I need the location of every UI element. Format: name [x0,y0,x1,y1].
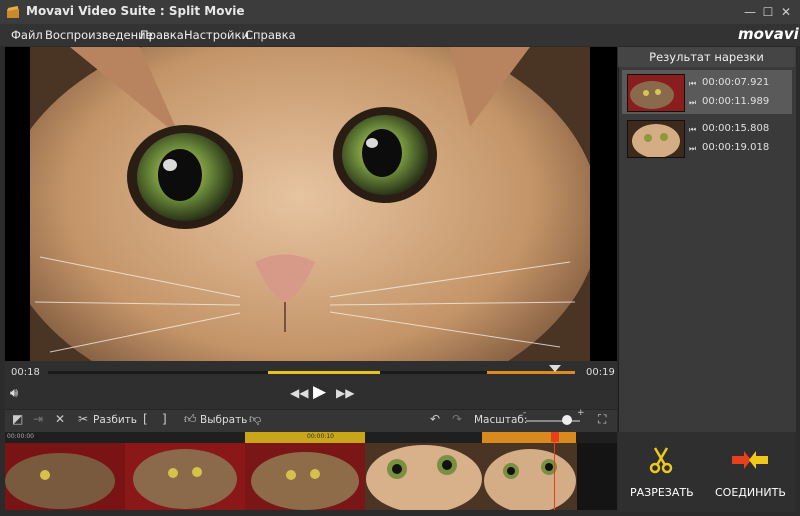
timeline-frame [365,443,483,510]
selected-range [245,432,365,443]
selected-segment [268,371,380,374]
menu-settings[interactable]: Настройки [184,28,249,42]
cut-button[interactable]: РАЗРЕЗАТЬ [618,432,706,512]
maximize-button[interactable]: ☐ [758,2,778,22]
join-arrows-icon [732,450,768,474]
volume-icon[interactable]: 🔊︎ [10,386,18,401]
clip-start-icon: ⏮ [689,125,697,134]
redo-icon: ↷ [452,412,463,426]
zoom-slider[interactable] [526,420,580,422]
clip-start-time: 00:00:15.808 [702,123,770,134]
zoom-plus[interactable]: + [577,408,585,418]
playback-controls [5,361,617,409]
clip-thumbnail [627,74,685,112]
timeline-frame [483,443,577,510]
select-button[interactable]: Выбрать [200,414,247,426]
join-label: СОЕДИНИТЬ [715,486,786,499]
result-clip-1[interactable]: ⏮ 00:00:07.921 ⏭ 00:00:11.989 [622,70,792,114]
mark-out-button[interactable]: ] [162,412,167,426]
ruler-mark: 00:00:00 [7,433,34,440]
mark-in-button[interactable]: [ [143,412,148,426]
split-button[interactable]: Разбить [93,414,137,426]
timeline-frame [5,443,125,510]
mark-icon[interactable]: ◩ [12,412,23,426]
clip-end-icon: ⏭ [689,98,697,107]
zoom-label: Масштаб: [474,414,528,426]
selected-range [482,432,576,443]
zoom-slider-knob[interactable] [561,415,572,425]
play-icon[interactable]: ▶ [313,382,326,402]
playhead-marker[interactable] [549,365,561,372]
zoom-fit-icon[interactable]: ⛶ [598,412,606,427]
join-button[interactable]: СОЕДИНИТЬ [706,432,795,512]
menu-playback[interactable]: Воспроизведение [45,28,153,42]
timeline-frame [245,443,365,510]
close-button[interactable]: ✕ [776,2,796,22]
menu-file[interactable]: Файл [11,28,43,42]
menu-help[interactable]: Справка [245,28,296,42]
cut-label: РАЗРЕЗАТЬ [630,486,694,499]
clip-end-time: 00:00:11.989 [702,96,770,107]
video-frame [30,47,590,361]
clip-start-time: 00:00:07.921 [702,77,770,88]
minimize-button[interactable]: — [740,2,760,22]
window-title: Movavi Video Suite : Split Movie [26,4,245,18]
app-icon [6,5,20,19]
result-clip-2[interactable]: ⏮ 00:00:15.808 ⏭ 00:00:19.018 [622,116,792,160]
scissors-icon[interactable]: ✂ [78,412,88,426]
clip-thumbnail [627,120,685,158]
ruler-mark: 00:00:10 [307,433,334,440]
end-time: 00:19 [586,367,615,378]
results-header: Результат нарезки [618,47,795,67]
merge-icon: ⇥ [33,412,44,426]
thumbs-down-icon[interactable]: 👎︎ [249,412,261,427]
clip-end-time: 00:00:19.018 [702,142,770,153]
scissors-icon [648,446,674,478]
menu-edit[interactable]: Правка [140,28,184,42]
movavi-logo: movavi [738,25,799,43]
zoom-minus[interactable]: - [523,408,526,418]
timeline-frame [125,443,245,510]
timeline-cursor [554,442,555,510]
current-time: 00:18 [11,367,40,378]
rewind-icon[interactable]: ◀◀ [290,386,308,400]
timeline-cursor-handle[interactable] [551,432,559,442]
undo-icon[interactable]: ↶ [430,412,440,426]
clip-start-icon: ⏮ [689,79,697,88]
delete-icon[interactable]: ✕ [55,412,65,426]
selected-segment [487,371,575,374]
clip-end-icon: ⏭ [689,144,697,153]
thumbs-up-icon[interactable]: 👍︎ [184,412,197,427]
fast-forward-icon[interactable]: ▶▶ [336,386,354,400]
